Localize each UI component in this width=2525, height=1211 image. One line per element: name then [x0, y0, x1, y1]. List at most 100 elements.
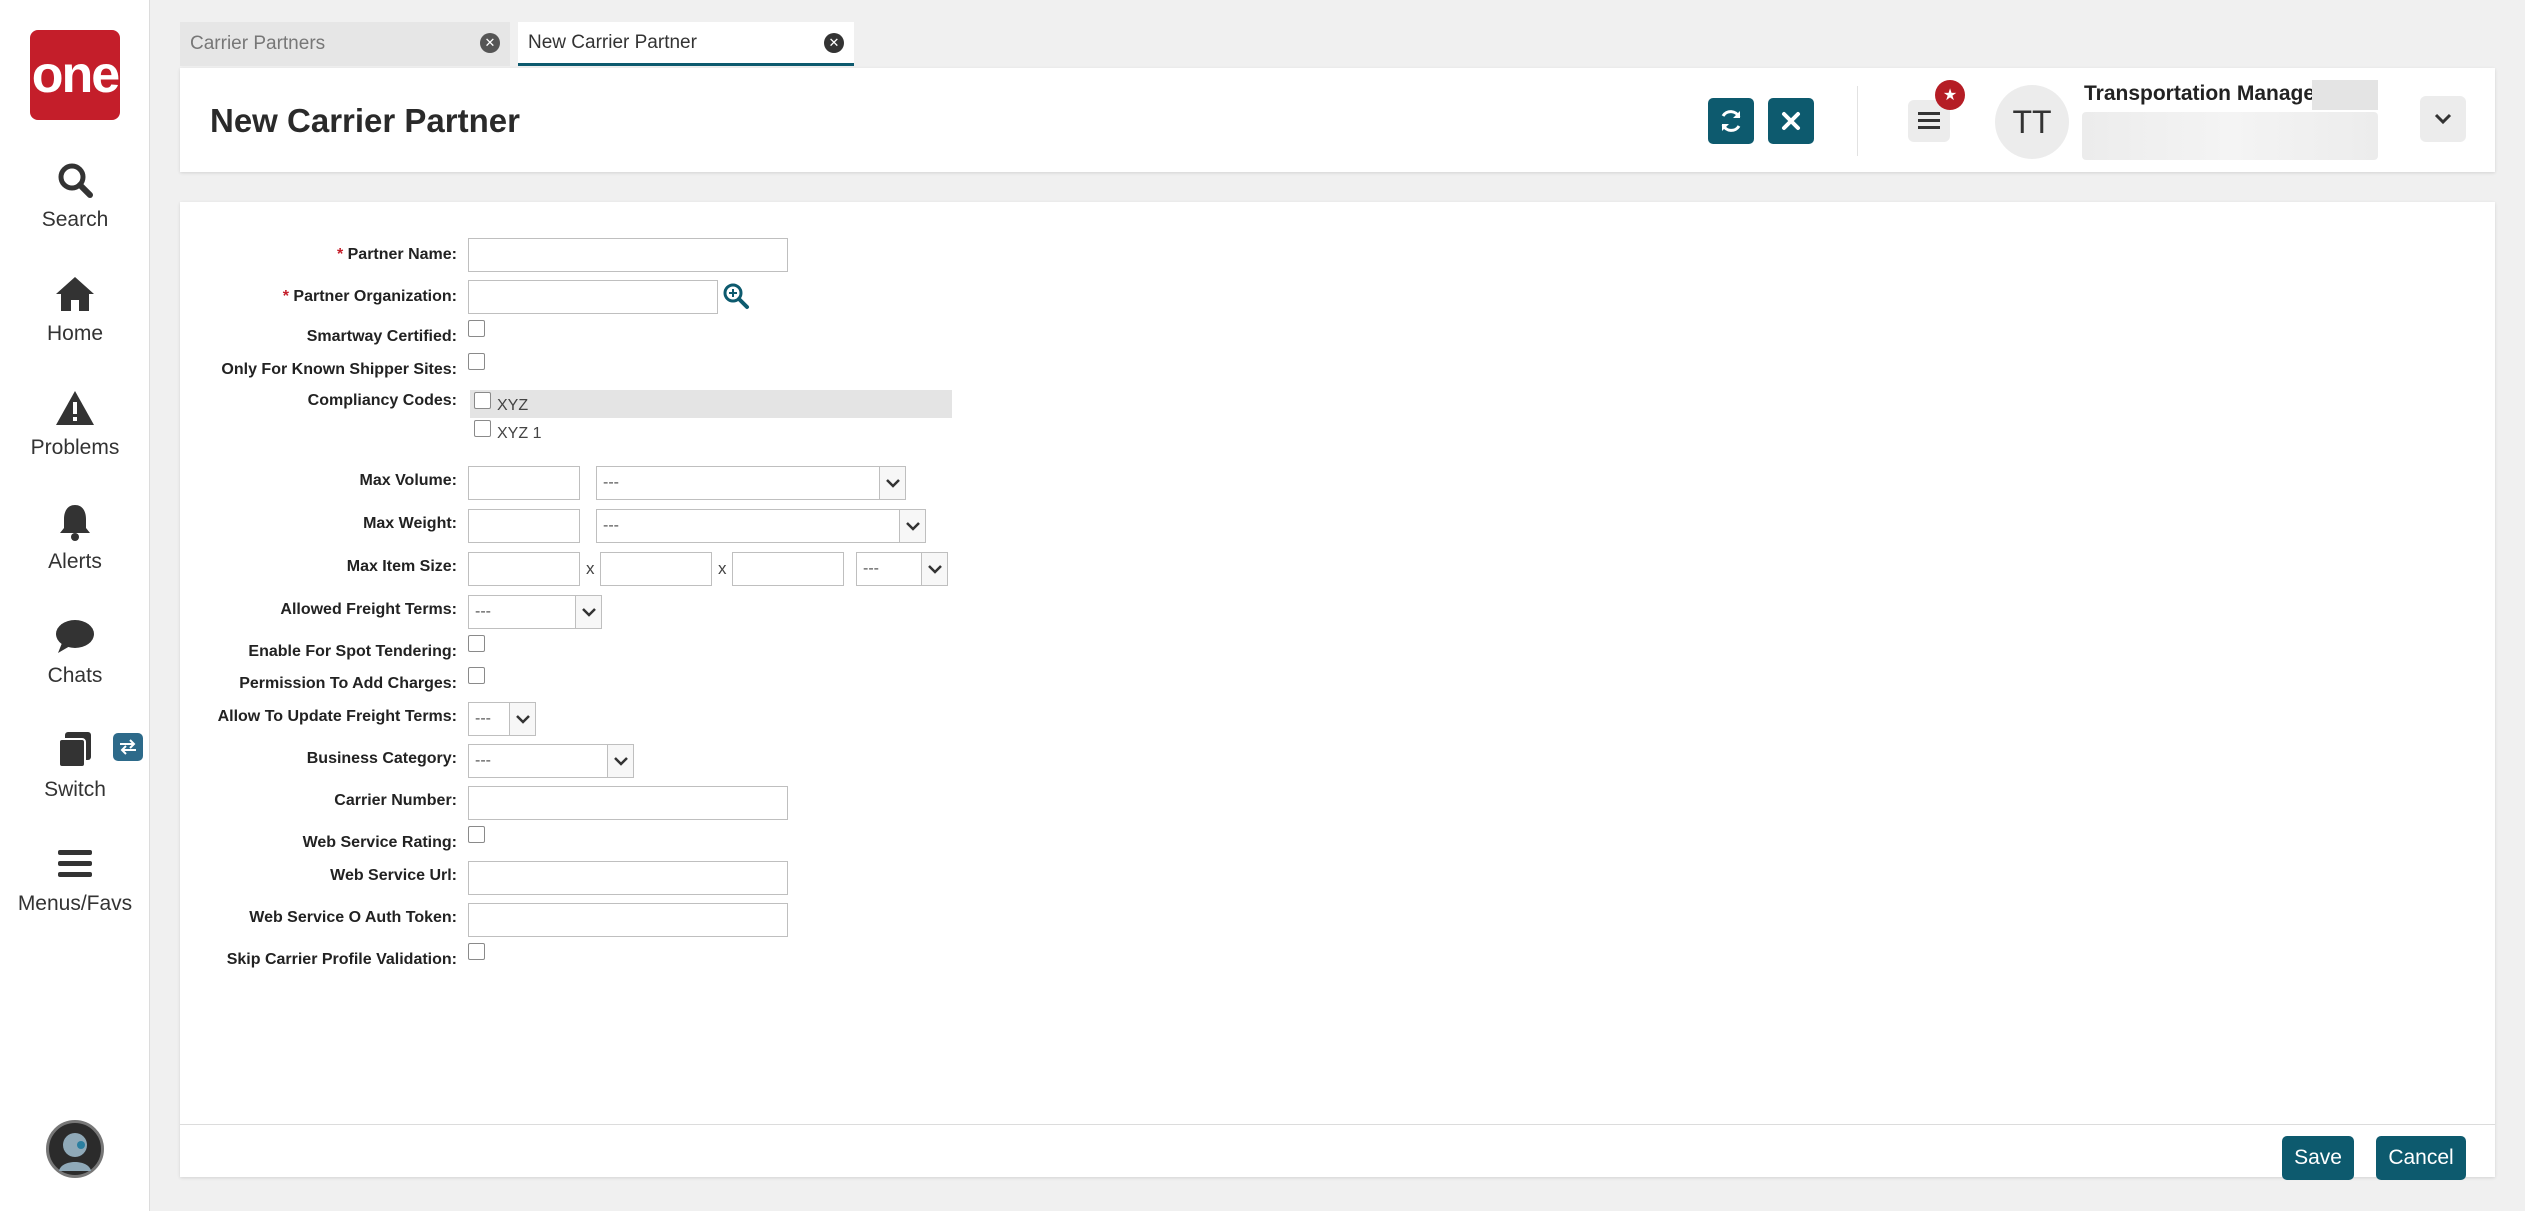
refresh-icon [1721, 110, 1741, 132]
user-avatar[interactable]: TT [1995, 85, 2069, 159]
assistant-avatar[interactable] [46, 1120, 104, 1178]
close-tab-icon[interactable]: ✕ [824, 33, 844, 53]
nav-item-home[interactable]: Home [0, 272, 150, 372]
max-volume-unit-select[interactable]: --- [596, 466, 906, 500]
known-shipper-checkbox[interactable] [468, 353, 485, 370]
partner-name-input[interactable] [468, 238, 788, 272]
spot-tendering-checkbox[interactable] [468, 635, 485, 652]
home-icon [53, 272, 97, 316]
max-volume-input[interactable] [468, 466, 580, 500]
max-weight-input[interactable] [468, 509, 580, 543]
logo-text: one [31, 46, 120, 104]
carrier-partner-form: * Partner Name: * Partner Organization: … [180, 202, 2495, 1180]
known-shipper-label: Only For Known Shipper Sites: [221, 361, 457, 378]
refresh-button[interactable] [1708, 98, 1754, 144]
chevron-down-icon [509, 703, 535, 735]
search-icon [53, 158, 97, 202]
select-value: --- [603, 474, 619, 491]
business-category-select[interactable]: --- [468, 744, 634, 778]
max-item-size-label: Max Item Size: [346, 558, 457, 575]
compliancy-codes-label: Compliancy Codes: [307, 392, 457, 409]
max-item-width-input[interactable] [600, 552, 712, 586]
user-menu-dropdown[interactable] [2420, 96, 2466, 142]
max-volume-label: Max Volume: [359, 472, 458, 489]
nav-label-problems: Problems [30, 436, 120, 459]
nav-item-problems[interactable]: Problems [0, 386, 150, 486]
skip-validation-checkbox[interactable] [468, 943, 485, 960]
tab-label: Carrier Partners [190, 33, 326, 54]
one-logo[interactable]: one [30, 30, 120, 120]
add-charges-checkbox[interactable] [468, 667, 485, 684]
select-value: --- [475, 710, 491, 727]
nav-label-menus-favs: Menus/Favs [17, 892, 133, 915]
nav-item-alerts[interactable]: Alerts [0, 500, 150, 600]
chevron-down-icon [2434, 113, 2452, 125]
tab-carrier-partners[interactable]: Carrier Partners ✕ [180, 22, 510, 66]
web-service-url-label: Web Service Url: [330, 867, 457, 884]
compliancy-code-row-highlight [470, 390, 952, 418]
web-service-token-label: Web Service O Auth Token: [249, 909, 457, 926]
business-category-label: Business Category: [306, 750, 457, 767]
partner-organization-label: * Partner Organization: [282, 288, 457, 305]
size-separator: x [718, 559, 727, 578]
spot-tendering-label: Enable For Spot Tendering: [248, 643, 457, 660]
compliancy-code-label: XYZ [497, 397, 529, 414]
web-service-url-input[interactable] [468, 861, 788, 895]
close-icon [1782, 112, 1800, 130]
select-value: --- [603, 517, 619, 534]
header-divider [1857, 86, 1858, 156]
chevron-down-icon [899, 510, 925, 542]
chevron-down-icon [921, 553, 947, 585]
allowed-freight-terms-select[interactable]: --- [468, 595, 602, 629]
nav-item-search[interactable]: Search [0, 158, 150, 258]
web-service-rating-label: Web Service Rating: [302, 834, 457, 851]
compliancy-code-checkbox-xyz1[interactable] [474, 420, 491, 437]
select-value: --- [863, 560, 879, 577]
bell-icon [53, 500, 97, 544]
partner-organization-input[interactable] [468, 280, 718, 314]
nav-label-chats: Chats [47, 664, 103, 687]
max-item-length-input[interactable] [468, 552, 580, 586]
star-badge-icon: ★ [1935, 80, 1965, 110]
add-charges-label: Permission To Add Charges: [239, 675, 457, 692]
swap-arrows-icon[interactable] [113, 733, 143, 761]
chevron-down-icon [607, 745, 633, 777]
max-item-height-input[interactable] [732, 552, 844, 586]
select-value: --- [475, 752, 491, 769]
max-weight-unit-select[interactable]: --- [596, 509, 926, 543]
switch-icon [53, 728, 97, 772]
tab-new-carrier-partner[interactable]: New Carrier Partner ✕ [518, 22, 854, 66]
nav-label-search: Search [41, 208, 109, 231]
page-header: New Carrier Partner ★ TT Transportation … [180, 68, 2495, 172]
cancel-button[interactable]: Cancel [2376, 1136, 2466, 1180]
carrier-number-input[interactable] [468, 786, 788, 820]
partner-name-label: * Partner Name: [336, 246, 457, 263]
web-service-token-input[interactable] [468, 903, 788, 937]
web-service-rating-checkbox[interactable] [468, 826, 485, 843]
hamburger-icon [53, 842, 97, 886]
warning-icon [53, 386, 97, 430]
smartway-certified-label: Smartway Certified: [306, 328, 457, 345]
update-freight-terms-select[interactable]: --- [468, 702, 536, 736]
redacted-user-name [2082, 112, 2378, 160]
size-separator: x [586, 559, 595, 578]
update-freight-terms-label: Allow To Update Freight Terms: [217, 708, 457, 725]
compliancy-code-checkbox-xyz[interactable] [474, 392, 491, 409]
save-button[interactable]: Save [2282, 1136, 2354, 1180]
carrier-number-label: Carrier Number: [334, 792, 457, 809]
list-menu-icon [1918, 112, 1940, 129]
nav-item-chats[interactable]: Chats [0, 614, 150, 714]
max-weight-label: Max Weight: [363, 515, 457, 532]
nav-item-menus-favs[interactable]: Menus/Favs [0, 842, 150, 942]
close-page-button[interactable] [1768, 98, 1814, 144]
close-tab-icon[interactable]: ✕ [480, 33, 500, 53]
skip-validation-label: Skip Carrier Profile Validation: [226, 951, 457, 968]
chevron-down-icon [575, 596, 601, 628]
smartway-certified-checkbox[interactable] [468, 320, 485, 337]
user-role: Transportation Manager [2084, 82, 2324, 105]
magnifier-lookup-icon[interactable] [722, 282, 752, 312]
chat-bubble-icon [53, 614, 97, 658]
tab-label: New Carrier Partner [528, 31, 697, 53]
select-value: --- [475, 603, 491, 620]
max-item-size-unit-select[interactable]: --- [856, 552, 948, 586]
